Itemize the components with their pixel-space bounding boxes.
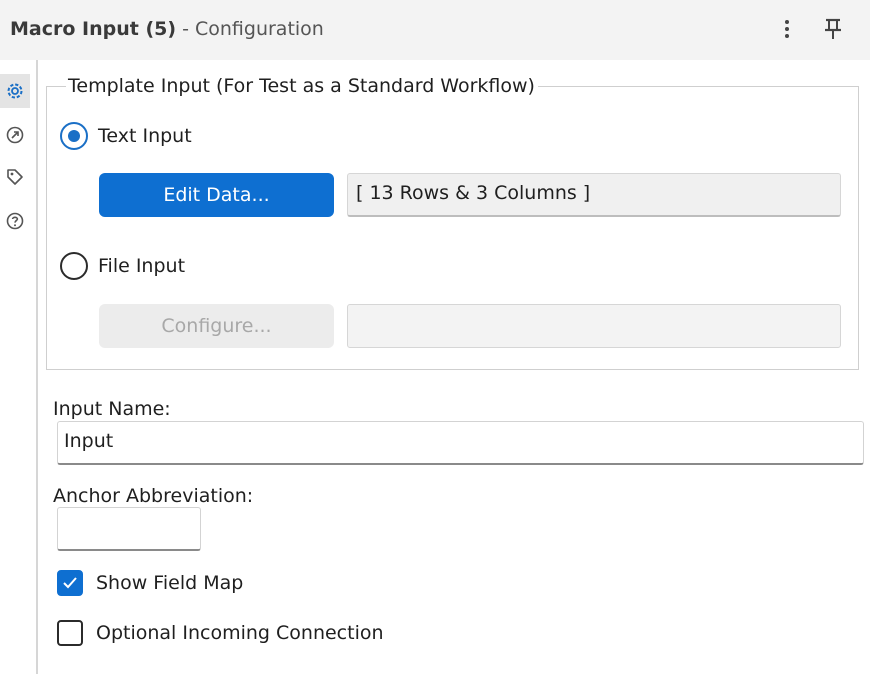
- data-summary-field: [ 13 Rows & 3 Columns ]: [347, 173, 841, 217]
- template-input-legend: Template Input (For Test as a Standard W…: [66, 74, 538, 98]
- anchor-abbreviation-label: Anchor Abbreviation:: [53, 485, 254, 507]
- panel-header: Macro Input (5) - Configuration: [0, 0, 870, 60]
- pin-button[interactable]: [820, 14, 846, 44]
- pin-icon: [825, 18, 841, 39]
- edit-data-button[interactable]: Edit Data...: [99, 173, 334, 217]
- more-options-button[interactable]: [774, 14, 800, 44]
- show-field-map-checkbox[interactable]: [57, 570, 83, 596]
- rail-tab-connections[interactable]: [0, 118, 30, 152]
- tag-icon: [7, 169, 23, 185]
- show-field-map-option[interactable]: Show Field Map: [57, 568, 243, 598]
- configure-button[interactable]: Configure...: [99, 304, 334, 348]
- text-input-label: Text Input: [98, 125, 192, 147]
- rail-tab-configuration[interactable]: [0, 74, 30, 108]
- kebab-vertical-icon: [785, 20, 789, 38]
- input-name-label: Input Name:: [53, 398, 171, 420]
- anchor-abbreviation-field[interactable]: [57, 507, 201, 551]
- rail-tab-annotation[interactable]: [0, 160, 30, 194]
- text-input-radio[interactable]: [60, 122, 88, 150]
- gear-icon: [7, 83, 23, 99]
- optional-connection-option[interactable]: Optional Incoming Connection: [57, 618, 384, 648]
- panel-subtitle: - Configuration: [176, 18, 324, 40]
- rail-tab-help[interactable]: [0, 204, 30, 238]
- text-input-option[interactable]: Text Input: [60, 121, 192, 151]
- tool-name: Macro Input (5): [10, 18, 177, 40]
- connection-arrow-icon: [6, 126, 24, 144]
- optional-connection-label: Optional Incoming Connection: [96, 622, 384, 644]
- input-name-field[interactable]: Input: [57, 421, 864, 465]
- file-input-label: File Input: [98, 255, 186, 277]
- optional-connection-checkbox[interactable]: [57, 620, 83, 646]
- side-tab-rail: [0, 60, 38, 674]
- show-field-map-label: Show Field Map: [96, 572, 244, 594]
- checkmark-icon: [63, 577, 77, 589]
- help-icon: [6, 212, 24, 230]
- panel-title: Macro Input (5) - Configuration: [10, 17, 324, 41]
- configuration-panel: Macro Input (5) - Configuration Template…: [0, 0, 870, 674]
- file-input-radio[interactable]: [60, 252, 88, 280]
- file-path-field: [347, 304, 841, 348]
- file-input-option[interactable]: File Input: [60, 251, 185, 281]
